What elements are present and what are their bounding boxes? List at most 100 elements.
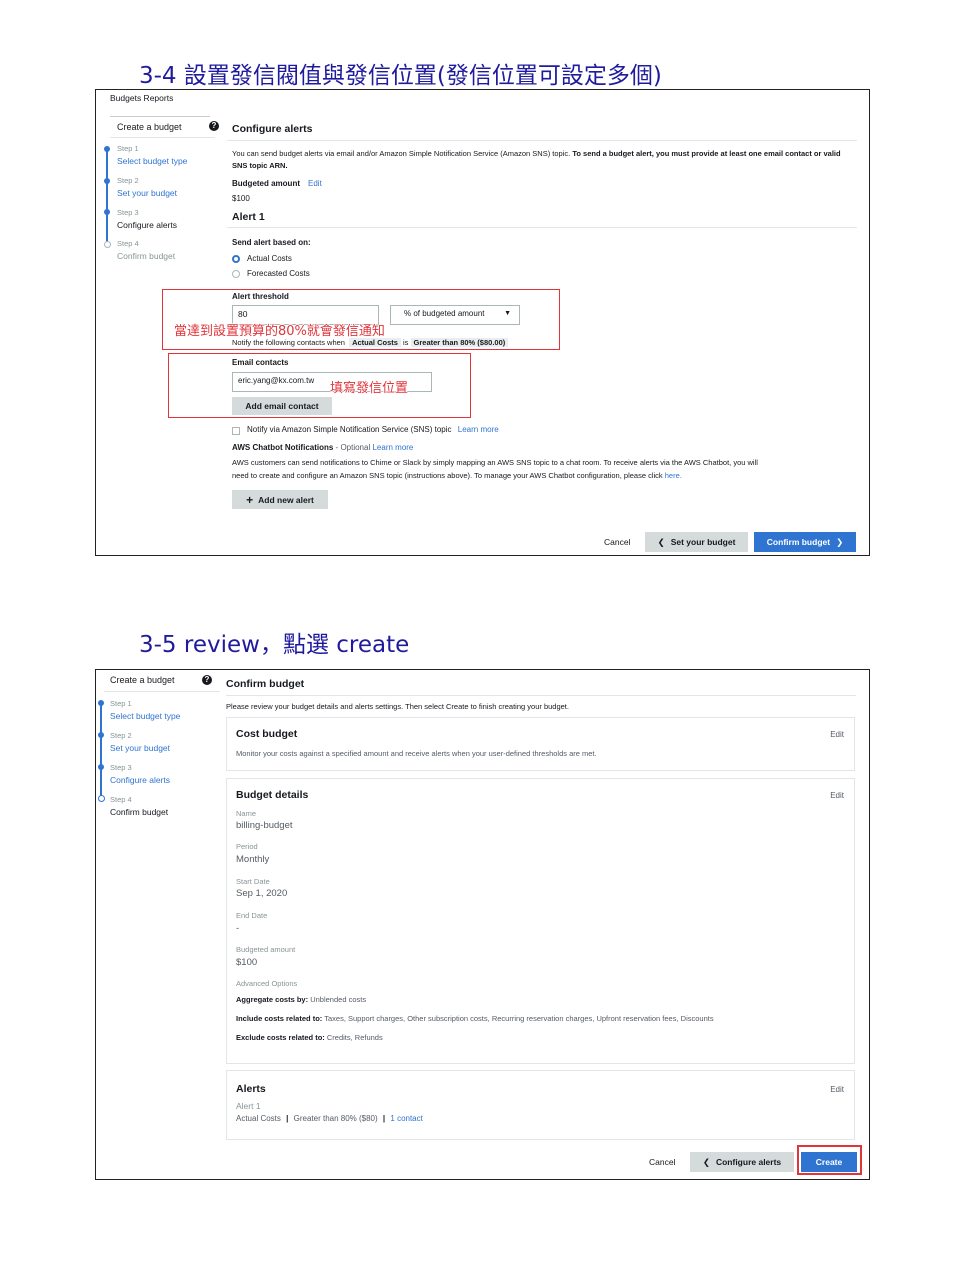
next-label: Confirm budget — [766, 537, 831, 547]
section-heading-3-5: 3-5 review，點選 create — [139, 632, 410, 658]
create-highlight-box — [797, 1145, 862, 1175]
configure-alerts-screenshot: Budgets Reports Create a budget ? Step 1… — [95, 89, 870, 556]
chatbot-learn-more-link[interactable]: Learn more — [372, 443, 413, 452]
details-title: Budget details — [236, 789, 309, 801]
page-title: Confirm budget — [226, 678, 305, 690]
cancel-link[interactable]: Cancel — [604, 537, 630, 547]
sidebar-divider — [110, 137, 215, 138]
alert-cond-costs: Actual Costs — [236, 1114, 281, 1123]
alerts-card: Alerts Edit Alert 1 Actual Costs | Great… — [226, 1070, 855, 1140]
step-3-number: Step 3 — [110, 763, 132, 772]
end-date-value: - — [236, 923, 240, 934]
step-1-dot — [104, 146, 110, 152]
alert-contacts-link[interactable]: 1 contact — [390, 1114, 422, 1123]
back-label: Configure alerts — [715, 1157, 782, 1167]
exclude-value: Credits, Refunds — [326, 1033, 383, 1042]
radio-actual-label: Actual Costs — [247, 254, 292, 263]
section-heading-3-4: 3-4 設置發信閥值與發信位置(發信位置可設定多個) — [139, 63, 662, 89]
budgeted-amount-value: $100 — [236, 957, 258, 968]
add-new-alert-button[interactable]: + Add new alert — [232, 490, 328, 509]
chevron-left-icon: ❮ — [657, 536, 665, 547]
aggregate-label: Aggregate costs by: — [236, 995, 309, 1004]
cancel-link[interactable]: Cancel — [649, 1157, 675, 1167]
aggregate-row: Aggregate costs by: Unblended costs — [236, 995, 366, 1004]
include-value: Taxes, Support charges, Other subscripti… — [324, 1014, 714, 1023]
cost-budget-edit-button[interactable]: Edit — [830, 730, 844, 739]
step-3-number: Step 3 — [117, 208, 139, 217]
alerts-title: Alerts — [236, 1083, 266, 1095]
step-1-link[interactable]: Select budget type — [117, 156, 187, 166]
intro-text: You can send budget alerts via email and… — [232, 148, 842, 172]
include-row: Include costs related to: Taxes, Support… — [236, 1014, 714, 1023]
back-label: Set your budget — [670, 537, 736, 547]
step-1-number: Step 1 — [117, 144, 139, 153]
page-title: Configure alerts — [232, 123, 313, 135]
configure-alerts-button[interactable]: ❮ Configure alerts — [690, 1152, 794, 1172]
radio-forecasted-costs[interactable] — [232, 270, 240, 278]
edit-budget-link[interactable]: Edit — [308, 179, 322, 188]
help-icon[interactable]: ? — [209, 121, 219, 131]
set-your-budget-button[interactable]: ❮ Set your budget — [645, 532, 748, 552]
alerts-edit-button[interactable]: Edit — [830, 1085, 844, 1094]
alert-name: Alert 1 — [236, 1101, 261, 1111]
chatbot-optional: - Optional — [333, 443, 373, 452]
sns-checkbox-label: Notify via Amazon Simple Notification Se… — [247, 425, 499, 434]
sns-label-text: Notify via Amazon Simple Notification Se… — [247, 425, 452, 434]
radio-actual-costs[interactable] — [232, 255, 240, 263]
cost-budget-card: Cost budget Edit Monitor your costs agai… — [226, 717, 855, 771]
sns-checkbox[interactable] — [232, 427, 240, 435]
cost-budget-title: Cost budget — [236, 728, 298, 740]
step-2-link[interactable]: Set your budget — [117, 188, 177, 198]
advanced-options-label: Advanced Options — [236, 979, 298, 988]
alert-summary: Actual Costs | Greater than 80% ($80) | … — [236, 1114, 423, 1123]
step-3-link[interactable]: Configure alerts — [110, 775, 170, 785]
confirm-budget-screenshot: Create a budget ? Step 1 Select budget t… — [95, 669, 870, 1180]
sns-learn-more-link[interactable]: Learn more — [458, 425, 499, 434]
title-divider — [226, 695, 856, 696]
end-date-label: End Date — [236, 911, 268, 920]
add-new-alert-label: Add new alert — [258, 494, 314, 505]
send-alert-label: Send alert based on: — [232, 238, 311, 247]
step-3-dot — [98, 764, 104, 770]
step-4-number: Step 4 — [110, 795, 132, 804]
period-label: Period — [236, 842, 258, 851]
aggregate-value: Unblended costs — [310, 995, 367, 1004]
breadcrumb-divider — [110, 116, 210, 117]
step-2-link[interactable]: Set your budget — [110, 743, 170, 753]
sidebar-title: Create a budget — [117, 122, 182, 132]
chatbot-here-link[interactable]: here. — [665, 471, 682, 480]
chatbot-heading: AWS Chatbot Notifications - Optional Lea… — [232, 443, 413, 452]
stepper-line — [106, 150, 108, 245]
separator-icon: | — [286, 1114, 289, 1123]
sidebar-divider — [104, 691, 220, 692]
start-date-label: Start Date — [236, 877, 270, 886]
step-2-dot — [104, 178, 110, 184]
plus-icon: + — [246, 492, 254, 507]
breadcrumb[interactable]: Budgets Reports — [110, 93, 173, 103]
step-4-dot — [98, 795, 105, 802]
confirm-budget-button[interactable]: Confirm budget ❯ — [754, 532, 856, 552]
start-date-value: Sep 1, 2020 — [236, 888, 288, 899]
threshold-highlight-box — [162, 289, 560, 350]
cost-budget-desc: Monitor your costs against a specified a… — [236, 749, 597, 758]
stepper-line — [100, 704, 102, 799]
chevron-right-icon: ❯ — [836, 536, 844, 547]
intro-bold-1: To send a budget alert, you must provide… — [572, 149, 762, 158]
details-edit-button[interactable]: Edit — [830, 791, 844, 800]
step-1-number: Step 1 — [110, 699, 132, 708]
budgeted-amount-label: Budgeted amount — [232, 179, 300, 188]
step-4-label: Confirm budget — [110, 807, 169, 817]
alert-divider — [227, 227, 857, 228]
budgeted-amount-value: $100 — [232, 194, 250, 203]
help-icon[interactable]: ? — [202, 675, 212, 685]
sidebar-title: Create a budget — [110, 675, 175, 685]
email-highlight-box — [168, 353, 471, 418]
step-4-number: Step 4 — [117, 239, 139, 248]
radio-forecasted-label: Forecasted Costs — [247, 269, 310, 278]
step-1-link[interactable]: Select budget type — [110, 711, 180, 721]
chatbot-desc-line-2: need to create and configure an Amazon S… — [232, 471, 682, 480]
chevron-left-icon: ❮ — [702, 1156, 710, 1167]
step-4-dot — [104, 241, 111, 248]
budget-details-card: Budget details Edit Name billing-budget … — [226, 778, 855, 1064]
step-2-dot — [98, 732, 104, 738]
